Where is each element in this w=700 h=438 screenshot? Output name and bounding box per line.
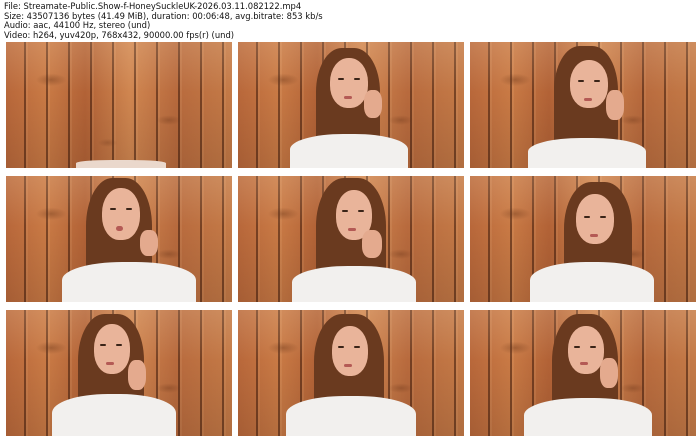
- hand: [600, 358, 618, 388]
- eye: [354, 346, 360, 348]
- shirt: [524, 398, 652, 436]
- eye: [342, 210, 348, 212]
- shirt: [62, 262, 196, 302]
- eye: [126, 208, 132, 210]
- thumbnail-7: [6, 310, 232, 436]
- file-info-header: File: Streamate-Public.Show-f-HoneySuckl…: [4, 1, 323, 40]
- mouth: [580, 362, 588, 365]
- thumbnail-6: [470, 176, 696, 302]
- eye: [110, 208, 116, 210]
- mouth: [344, 96, 352, 99]
- hand: [140, 230, 158, 256]
- shirt: [292, 266, 416, 302]
- thumbnail-grid: [6, 42, 696, 436]
- thumbnail-9: [470, 310, 696, 436]
- shirt: [286, 396, 416, 436]
- face: [330, 58, 368, 108]
- thumbnail-1: [6, 42, 232, 168]
- shirt: [528, 138, 646, 168]
- eye: [600, 216, 606, 218]
- hand: [364, 90, 382, 118]
- thumbnail-8: [238, 310, 464, 436]
- mouth: [106, 362, 114, 365]
- thumbnail-5: [238, 176, 464, 302]
- face: [568, 326, 604, 374]
- eye: [358, 210, 364, 212]
- mouth: [116, 226, 123, 231]
- eye: [100, 344, 106, 346]
- face: [102, 188, 140, 240]
- face: [332, 326, 368, 376]
- thumbnail-4: [6, 176, 232, 302]
- mouth: [348, 228, 356, 231]
- shirt: [52, 394, 176, 436]
- hand: [128, 360, 146, 390]
- mouth: [584, 98, 592, 101]
- thumbnail-3: [470, 42, 696, 168]
- eye: [574, 346, 580, 348]
- eye: [338, 346, 344, 348]
- shirt: [290, 134, 408, 168]
- mouth: [590, 234, 598, 237]
- eye: [354, 78, 360, 80]
- face: [94, 324, 130, 374]
- eye: [116, 344, 122, 346]
- hand: [362, 230, 382, 258]
- shirt: [530, 262, 654, 302]
- mouth: [344, 364, 352, 367]
- eye: [590, 346, 596, 348]
- hand: [606, 90, 624, 120]
- eye: [578, 80, 584, 82]
- eye: [584, 216, 590, 218]
- eye: [594, 80, 600, 82]
- shirt-edge: [76, 160, 166, 168]
- video-info-line: Video: h264, yuv420p, 768x432, 90000.00 …: [4, 29, 235, 40]
- eye: [338, 78, 344, 80]
- thumbnail-2: [238, 42, 464, 168]
